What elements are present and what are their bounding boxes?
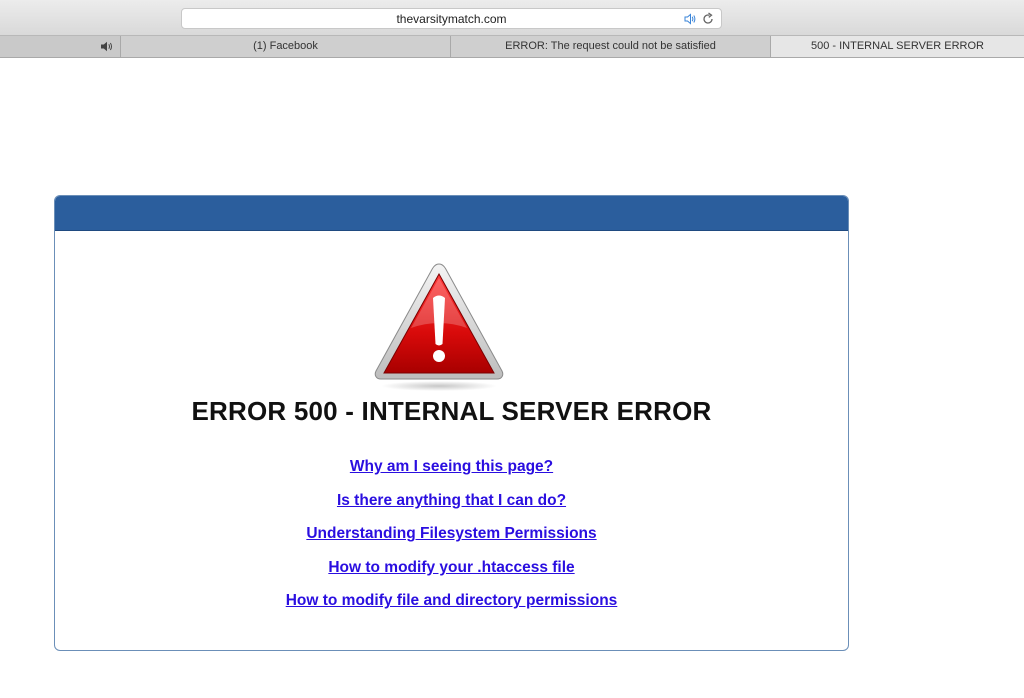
tab-internal-server-error[interactable]: 500 - INTERNAL SERVER ERROR <box>771 36 1024 57</box>
reload-icon[interactable] <box>701 12 715 26</box>
link-modify-htaccess[interactable]: How to modify your .htaccess file <box>55 557 848 591</box>
tab-bar: (1) Facebook ERROR: The request could no… <box>0 36 1024 58</box>
link-filesystem-permissions[interactable]: Understanding Filesystem Permissions <box>55 523 848 557</box>
help-links: Why am I seeing this page? Is there anyt… <box>55 456 848 624</box>
link-why-seeing-page[interactable]: Why am I seeing this page? <box>55 456 848 490</box>
address-text: thevarsitymatch.com <box>396 12 507 26</box>
link-modify-permissions[interactable]: How to modify file and directory permiss… <box>55 590 848 624</box>
error-panel: ERROR 500 - INTERNAL SERVER ERROR Why am… <box>54 195 849 651</box>
browser-toolbar: thevarsitymatch.com <box>0 0 1024 36</box>
speaker-icon[interactable] <box>100 40 114 53</box>
warning-icon <box>374 263 504 391</box>
tab-audio[interactable] <box>0 36 121 57</box>
tab-request-error[interactable]: ERROR: The request could not be satisfie… <box>451 36 771 57</box>
panel-header <box>55 196 848 231</box>
address-bar[interactable]: thevarsitymatch.com <box>181 8 722 29</box>
error-title: ERROR 500 - INTERNAL SERVER ERROR <box>191 396 712 426</box>
audio-icon[interactable] <box>683 12 697 26</box>
link-anything-i-can-do[interactable]: Is there anything that I can do? <box>55 490 848 524</box>
tab-facebook[interactable]: (1) Facebook <box>121 36 451 57</box>
